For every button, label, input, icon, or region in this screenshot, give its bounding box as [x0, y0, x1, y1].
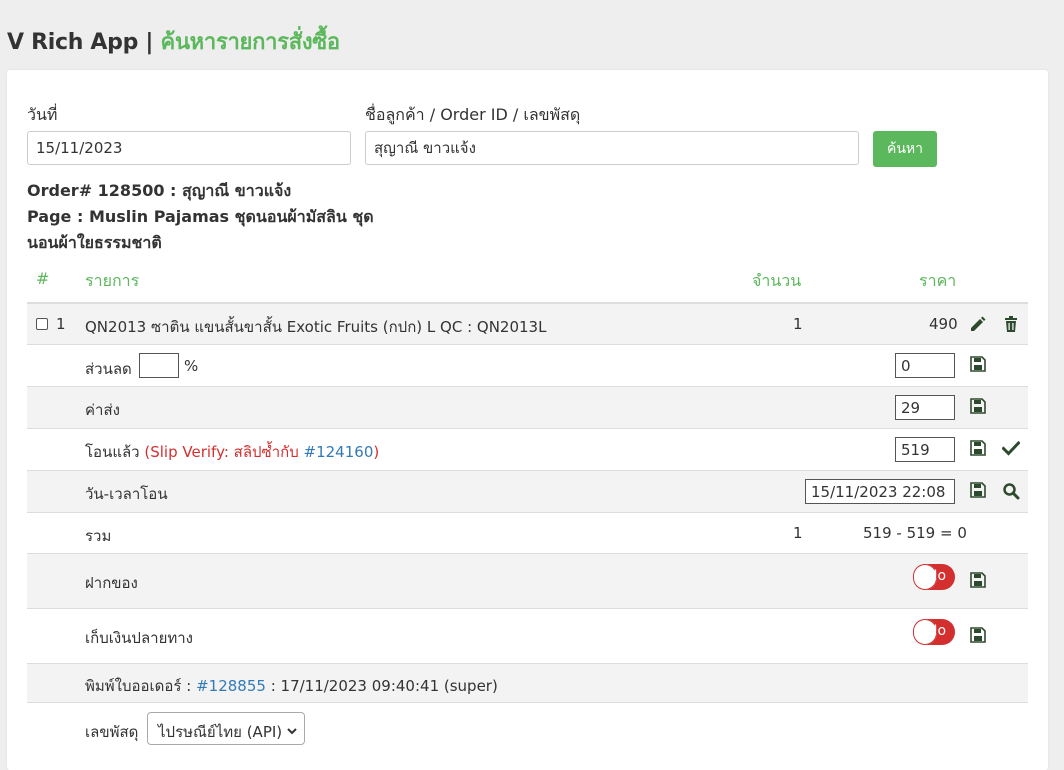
- page-title: ค้นหารายการสั่งซื้อ: [160, 30, 341, 55]
- print-row: พิมพ์ใบออเดอร์ : #128855 : 17/11/2023 09…: [27, 664, 1028, 703]
- transfer-label-text: โอนแล้ว: [85, 443, 140, 461]
- print-info: พิมพ์ใบออเดอร์ : #128855 : 17/11/2023 09…: [85, 674, 498, 698]
- deposit-toggle-label: No: [927, 568, 947, 584]
- save-icon[interactable]: [970, 356, 988, 374]
- carrier-select-value: ไปรษณีย์ไทย (API): [158, 723, 283, 741]
- discount-value-input[interactable]: [895, 353, 955, 378]
- save-icon[interactable]: [970, 398, 988, 416]
- deposit-label: ฝากของ: [85, 574, 138, 592]
- save-icon[interactable]: [970, 627, 988, 645]
- transfer-time-input[interactable]: [805, 479, 955, 504]
- cod-toggle-label: No: [927, 623, 947, 639]
- col-item: รายการ: [85, 271, 140, 290]
- cod-toggle[interactable]: No: [913, 619, 955, 645]
- shipping-label: ค่าส่ง: [85, 401, 120, 419]
- slip-verify-suffix: ): [373, 443, 380, 461]
- item-checkbox[interactable]: [36, 318, 48, 330]
- discount-label: ส่วนลด: [85, 360, 132, 378]
- table-header: # รายการ จำนวน ราคา: [27, 258, 1028, 304]
- col-price: ราคา: [919, 271, 957, 290]
- transfer-time-row: วัน-เวลาโอน: [27, 471, 1028, 513]
- shipping-row: ค่าส่ง: [27, 387, 1028, 429]
- slip-verify-prefix: (Slip Verify: สลิปซ้ำกับ: [144, 443, 299, 461]
- transfer-time-label: วัน-เวลาโอน: [85, 485, 168, 503]
- app-header: V Rich App | ค้นหารายการสั่งซื้อ: [7, 24, 340, 59]
- total-label: รวม: [85, 527, 112, 545]
- deposit-row: ฝากของ No: [27, 554, 1028, 609]
- discount-percent-input[interactable]: [139, 353, 179, 378]
- percent-sign: %: [184, 357, 199, 375]
- date-label: วันที่: [27, 105, 58, 124]
- search-input[interactable]: [365, 131, 859, 165]
- discount-row: ส่วนลด %: [27, 345, 1028, 387]
- print-order-link[interactable]: #128855: [196, 677, 266, 695]
- date-input[interactable]: [27, 131, 351, 165]
- total-calc: 519 - 519 = 0: [863, 524, 967, 542]
- item-row: 1 QN2013 ซาติน แขนสั้นขาสั้น Exotic Frui…: [27, 304, 1028, 345]
- order-number: Order# 128500 : สุญาณี ขาวแจ้ง: [27, 181, 292, 200]
- total-row: รวม 1 519 - 519 = 0: [27, 513, 1028, 554]
- save-icon[interactable]: [970, 440, 988, 458]
- save-icon[interactable]: [970, 482, 988, 500]
- total-qty: 1: [793, 524, 803, 542]
- transfer-label: โอนแล้ว (Slip Verify: สลิปซ้ำกับ #124160…: [85, 440, 379, 464]
- query-label: ชื่อลูกค้า / Order ID / เลขพัสดุ: [365, 105, 581, 124]
- app-name: V Rich App: [7, 30, 139, 55]
- order-page-line1: Page : Muslin Pajamas ชุดนอนผ้ามัสลิน ชุ…: [27, 207, 374, 226]
- shipping-value-input[interactable]: [895, 395, 955, 420]
- slip-duplicate-link[interactable]: #124160: [304, 443, 374, 461]
- header-separator: |: [145, 30, 154, 55]
- tracking-row: เลขพัสดุ ไปรษณีย์ไทย (API): [27, 703, 1028, 757]
- transfer-row: โอนแล้ว (Slip Verify: สลิปซ้ำกับ #124160…: [27, 429, 1028, 471]
- order-info: Order# 128500 : สุญาณี ขาวแจ้ง Page : Mu…: [27, 178, 374, 256]
- cod-label: เก็บเงินปลายทาง: [85, 629, 193, 647]
- item-name: QN2013 ซาติน แขนสั้นขาสั้น Exotic Fruits…: [85, 318, 547, 336]
- save-icon[interactable]: [970, 572, 988, 590]
- transfer-value-input[interactable]: [895, 437, 955, 462]
- search-button[interactable]: ค้นหา: [873, 131, 937, 167]
- item-price: 490: [929, 315, 958, 333]
- tracking-label: เลขพัสดุ: [85, 723, 139, 741]
- trash-icon[interactable]: [1002, 315, 1020, 333]
- col-number: #: [36, 269, 50, 288]
- carrier-select[interactable]: ไปรษณีย์ไทย (API): [147, 712, 305, 745]
- search-icon[interactable]: [1002, 482, 1020, 500]
- print-timestamp: : 17/11/2023 09:40:41 (super): [270, 677, 498, 695]
- item-index: 1: [56, 315, 66, 333]
- item-qty: 1: [793, 315, 803, 333]
- col-qty: จำนวน: [752, 271, 802, 290]
- check-icon[interactable]: [1002, 440, 1020, 458]
- order-page-line2: นอนผ้าใยธรรมชาติ: [27, 233, 162, 252]
- order-items-table: # รายการ จำนวน ราคา 1 QN2013 ซาติน แขนสั…: [27, 258, 1028, 757]
- chevron-down-icon: [286, 723, 298, 741]
- order-search-card: วันที่ ชื่อลูกค้า / Order ID / เลขพัสดุ …: [7, 70, 1048, 770]
- edit-icon[interactable]: [969, 315, 987, 333]
- print-label: พิมพ์ใบออเดอร์ :: [85, 677, 192, 695]
- cod-row: เก็บเงินปลายทาง No: [27, 609, 1028, 664]
- deposit-toggle[interactable]: No: [913, 564, 955, 590]
